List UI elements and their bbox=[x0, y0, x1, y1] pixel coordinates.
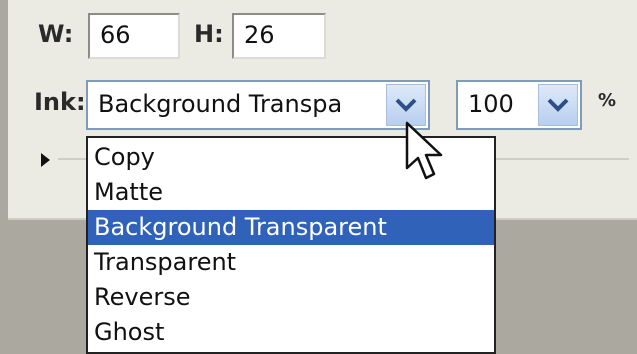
chevron-down-icon bbox=[547, 98, 569, 112]
width-label: W: bbox=[38, 20, 74, 48]
ink-option-reverse[interactable]: Reverse bbox=[88, 280, 494, 315]
width-field[interactable]: 66 bbox=[88, 13, 180, 59]
blend-select-value: 100 bbox=[468, 90, 514, 118]
section-divider-right bbox=[500, 158, 629, 160]
height-label: H: bbox=[194, 20, 224, 48]
ink-option-ghost[interactable]: Ghost bbox=[88, 315, 494, 350]
blend-dropdown-button[interactable] bbox=[538, 84, 578, 126]
height-field[interactable]: 26 bbox=[232, 13, 326, 59]
ink-label: Ink: bbox=[34, 88, 86, 116]
ink-select-value: Background Transpa bbox=[98, 90, 343, 118]
ink-option-background-transparent[interactable]: Background Transparent bbox=[88, 210, 494, 245]
mouse-pointer-icon bbox=[405, 121, 443, 180]
blend-select[interactable]: 100 bbox=[456, 80, 582, 130]
ink-option-transparent[interactable]: Transparent bbox=[88, 245, 494, 280]
blend-unit: % bbox=[598, 90, 617, 111]
ink-select[interactable]: Background Transpa bbox=[86, 80, 430, 130]
expand-triangle-icon[interactable] bbox=[41, 153, 50, 167]
chevron-down-icon bbox=[395, 98, 417, 112]
